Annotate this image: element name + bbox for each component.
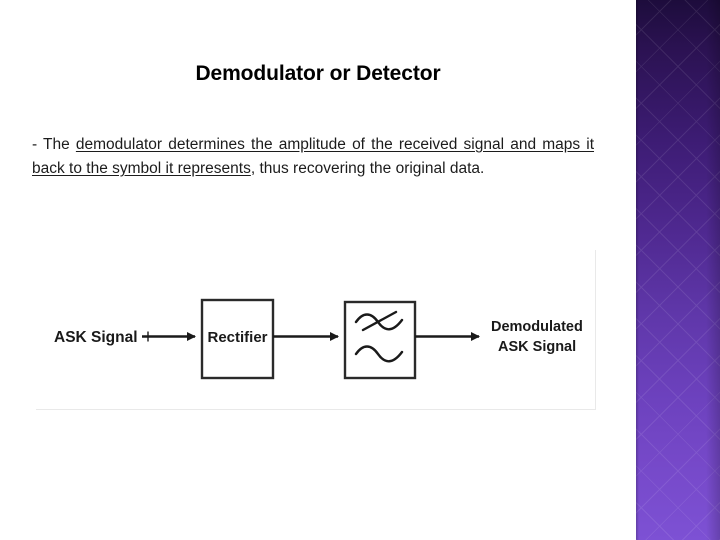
page-title: Demodulator or Detector (195, 62, 441, 85)
output-label-line2: ASK Signal (498, 339, 576, 355)
slide-canvas: Demodulator or Detector - The demodulato… (0, 0, 636, 540)
block-rectifier-label: Rectifier (207, 329, 267, 346)
body-tail: , thus recovering the original data. (250, 160, 485, 177)
body-lead: - The (32, 136, 76, 153)
block-filter (343, 300, 417, 380)
body-paragraph: - The demodulator determines the amplitu… (32, 133, 594, 181)
panel-right-shade (706, 0, 720, 540)
panel-left-edge (636, 0, 639, 540)
input-label: ASK Signal (54, 329, 138, 346)
purple-gradient-panel (636, 0, 720, 540)
output-label-line1: Demodulated (491, 319, 583, 335)
block-diagram-image: ASK Signal Rectifier Demodulated ASK Sig… (36, 250, 596, 410)
diagram-svg: ASK Signal Rectifier Demodulated ASK Sig… (54, 298, 583, 380)
